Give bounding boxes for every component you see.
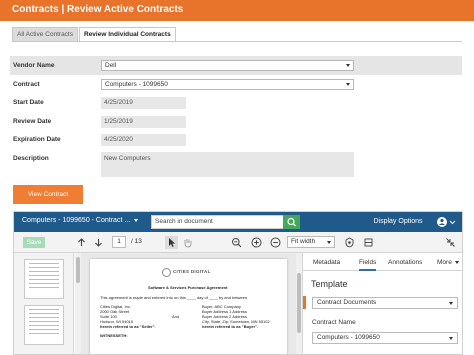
viewer-header: Computers - 1099650 - Contract ... Searc… <box>14 212 462 232</box>
panel-tabs: Metadata Fields Annotations More <box>303 253 462 271</box>
collapse-icon[interactable] <box>445 237 456 248</box>
zoom-mode-value: Fit width <box>291 238 316 245</box>
redact-icon[interactable] <box>363 237 374 248</box>
chevron-down-icon <box>134 218 139 222</box>
page-total: / 13 <box>131 238 142 245</box>
chevron-down-icon <box>449 301 453 305</box>
start-date-field: 4/25/2019 <box>101 97 186 109</box>
select-tool-button[interactable] <box>165 236 178 249</box>
search-icon <box>287 217 296 227</box>
tab-fields[interactable]: Fields <box>359 259 377 271</box>
template-value: Contract Documents <box>317 299 377 306</box>
hand-icon <box>184 239 192 248</box>
page-number-input[interactable]: 1 <box>112 236 126 248</box>
review-date-field: 1/25/2019 <box>101 116 186 128</box>
zoom-out-icon[interactable] <box>231 237 242 248</box>
and-label: And <box>172 314 180 319</box>
tab-all-active-contracts[interactable]: All Active Contracts <box>12 27 78 41</box>
page-thumbnail[interactable] <box>24 259 64 299</box>
start-date-label: Start Date <box>13 99 44 106</box>
chevron-down-icon <box>346 64 350 67</box>
chevron-down-icon <box>454 260 459 264</box>
viewer-toolbar: Save 1 / 13 Fit width <box>14 232 462 253</box>
prev-page-arrow-icon[interactable] <box>76 237 87 248</box>
save-button[interactable]: Save <box>23 237 45 248</box>
agreement-intro: This agreement is made and entered into … <box>100 295 248 300</box>
tab-divider <box>12 41 462 42</box>
document-canvas: CITIES DIGITAL Software & Services Purch… <box>81 253 296 354</box>
fields-panel: Metadata Fields Annotations More Templat… <box>302 253 462 354</box>
review-date-label: Review Date <box>13 118 52 125</box>
contract-select[interactable]: Computers - 1099650 <box>101 79 354 90</box>
title-bar: Contracts | Review Active Contracts <box>0 0 474 21</box>
company-logo: CITIES DIGITAL <box>162 268 218 278</box>
document-viewer: Computers - 1099650 - Contract ... Searc… <box>13 211 463 355</box>
zoom-mode-select[interactable]: Fit width <box>287 236 335 248</box>
tab-more-label: More <box>437 259 452 266</box>
document-title-dropdown[interactable]: Computers - 1099650 - Contract ... <box>22 217 139 224</box>
contract-label: Contract <box>13 81 40 88</box>
template-select[interactable]: Contract Documents <box>312 297 458 309</box>
view-contract-button[interactable]: View Contract <box>13 185 83 204</box>
contract-name-select[interactable]: Computers - 1099650 <box>312 332 458 344</box>
description-field: New Computers <box>101 152 354 177</box>
search-button[interactable] <box>283 215 300 229</box>
required-indicator <box>303 296 306 309</box>
document-page: CITIES DIGITAL Software & Services Purch… <box>90 259 287 354</box>
document-title: Computers - 1099650 - Contract ... <box>22 217 131 224</box>
vendor-name-value: Dell <box>105 62 117 69</box>
user-icon <box>437 217 456 227</box>
witnesseth-label: WITNESSETH: <box>100 333 128 338</box>
expiration-date-label: Expiration Date <box>13 136 61 143</box>
user-menu-button[interactable] <box>436 216 458 228</box>
tab-metadata[interactable]: Metadata <box>313 259 340 266</box>
tab-annotations[interactable]: Annotations <box>388 259 422 266</box>
next-page-arrow-icon[interactable] <box>93 237 104 248</box>
document-search-input[interactable]: Search in document <box>151 215 285 229</box>
expiration-date-field: 4/25/2020 <box>101 134 186 146</box>
contract-name-label: Contract Name <box>312 319 356 326</box>
vendor-name-select[interactable]: Dell <box>101 60 354 71</box>
contract-name-value: Computers - 1099650 <box>317 334 380 341</box>
page-title: Contracts | Review Active Contracts <box>12 4 184 15</box>
stamp-icon[interactable] <box>344 237 355 248</box>
description-label: Description <box>13 155 49 162</box>
display-options-button[interactable]: Display Options <box>370 216 426 228</box>
cursor-icon <box>169 238 175 247</box>
zoom-out-circle-icon[interactable] <box>270 237 281 248</box>
chevron-down-icon <box>327 240 331 244</box>
contract-tabs: All Active Contracts Review Individual C… <box>12 27 177 41</box>
chevron-down-icon <box>346 83 350 86</box>
page-thumbnails <box>14 253 74 354</box>
vendor-name-label: Vendor Name <box>13 62 55 69</box>
tab-more[interactable]: More <box>437 259 459 266</box>
logo-text: CITIES DIGITAL <box>173 269 211 274</box>
hand-tool-button[interactable] <box>182 237 193 248</box>
buyer-line: herein referred to as "Buyer". <box>202 324 259 329</box>
tab-review-individual-contracts[interactable]: Review Individual Contracts <box>79 27 176 41</box>
template-heading: Template <box>311 279 348 289</box>
seller-line: herein referred to as "Seller". <box>100 324 156 329</box>
chevron-down-icon <box>449 336 453 340</box>
zoom-in-icon[interactable] <box>251 237 262 248</box>
page-thumbnail[interactable] <box>24 305 64 345</box>
agreement-heading: Software & Services Purchase Agreement <box>148 285 228 290</box>
contract-value: Computers - 1099650 <box>105 81 168 88</box>
contract-form: Vendor Name Dell Contract Computers - 10… <box>10 56 462 177</box>
